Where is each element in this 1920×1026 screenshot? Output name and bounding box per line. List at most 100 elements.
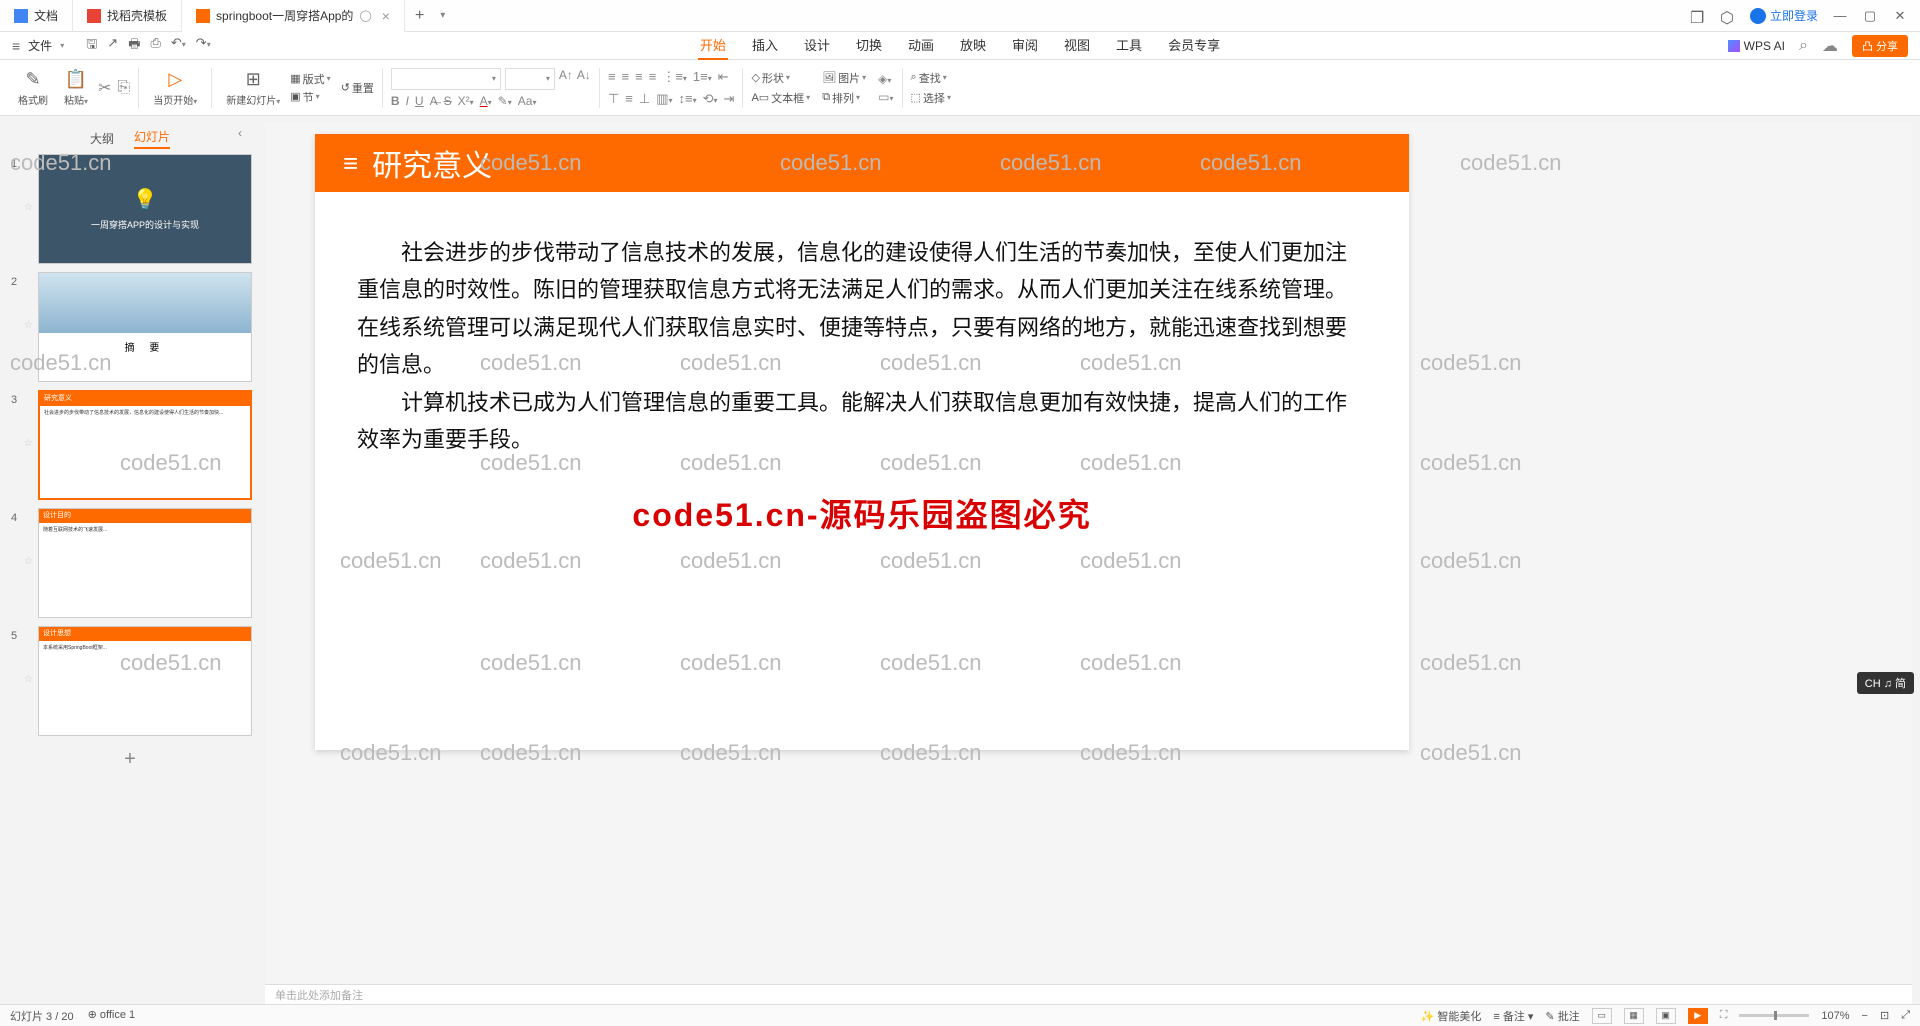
- clear-format-button[interactable]: Aa▾: [518, 94, 537, 108]
- bold-button[interactable]: B: [391, 94, 400, 108]
- numbering-icon[interactable]: 1≡▾: [693, 69, 712, 85]
- save-icon[interactable]: 🖫: [86, 35, 97, 57]
- valign-mid-icon[interactable]: ≡: [625, 91, 633, 107]
- view-slideshow-icon[interactable]: ▶: [1688, 1008, 1708, 1024]
- valign-bot-icon[interactable]: ⊥: [639, 91, 650, 107]
- new-slide-button[interactable]: ⊞ 新建幻灯片▾: [220, 69, 286, 107]
- outline-tab[interactable]: 大纲: [90, 130, 114, 147]
- star-icon[interactable]: ☆: [24, 390, 38, 449]
- star-icon[interactable]: ☆: [24, 508, 38, 567]
- thumb-preview[interactable]: 💡 一周穿搭APP的设计与实现: [38, 154, 252, 264]
- close-icon[interactable]: ×: [382, 8, 390, 24]
- thumb-preview[interactable]: 设计思想 本系统采用SpringBoot框架...: [38, 626, 252, 736]
- star-icon[interactable]: ☆: [24, 272, 38, 331]
- tab-view[interactable]: 视图: [1062, 31, 1092, 60]
- copy-icon[interactable]: ⎘: [117, 79, 130, 97]
- cloud-icon[interactable]: ☁: [1822, 36, 1838, 56]
- align-right-icon[interactable]: ≡: [635, 69, 643, 85]
- from-current-button[interactable]: ▷ 当页开始▾: [147, 69, 203, 107]
- layout-button[interactable]: ▦ 版式▾: [290, 71, 330, 87]
- tab-slideshow[interactable]: 放映: [958, 31, 988, 60]
- tab-design[interactable]: 设计: [802, 31, 832, 60]
- italic-button[interactable]: I: [406, 94, 409, 108]
- view-sorter-icon[interactable]: ▦: [1624, 1008, 1644, 1024]
- tab-tools[interactable]: 工具: [1114, 31, 1144, 60]
- slide-canvas[interactable]: ≡ 研究意义 社会进步的步伐带动了信息技术的发展，信息化的建设使得人们生活的节奏…: [265, 122, 1912, 984]
- tab-home[interactable]: 开始: [698, 31, 728, 60]
- paste-button[interactable]: 📋 粘贴▾: [58, 69, 94, 107]
- cut-icon[interactable]: ✂: [98, 78, 111, 98]
- indent-dec-icon[interactable]: ⇤: [718, 69, 729, 85]
- new-tab-button[interactable]: +: [405, 7, 434, 25]
- bullets-icon[interactable]: ⋮≡▾: [662, 69, 687, 85]
- zoom-out-icon[interactable]: −: [1862, 1010, 1868, 1022]
- view-reading-icon[interactable]: ▣: [1656, 1008, 1676, 1024]
- tab-transition[interactable]: 切换: [854, 31, 884, 60]
- share-button[interactable]: 凸 分享: [1852, 35, 1908, 57]
- tab-review[interactable]: 审阅: [1010, 31, 1040, 60]
- zoom-fit-icon[interactable]: ⊡: [1880, 1009, 1889, 1022]
- text-direction-icon[interactable]: ⟲▾: [703, 91, 718, 107]
- login-button[interactable]: 立即登录: [1750, 7, 1818, 24]
- find-button[interactable]: ⌕ 查找▾: [911, 70, 951, 86]
- increase-font-icon[interactable]: A↑: [559, 68, 573, 90]
- slide-thumb-5[interactable]: 5 ☆ 设计思想 本系统采用SpringBoot框架...: [0, 622, 260, 740]
- textbox-button[interactable]: A▭ 文本框▾: [751, 90, 810, 106]
- fill-color-icon[interactable]: ◈▾: [878, 72, 893, 86]
- fullscreen-icon[interactable]: ⤢: [1901, 1009, 1910, 1022]
- zoom-slider[interactable]: [1739, 1014, 1809, 1017]
- cube-icon[interactable]: ⬡: [1720, 8, 1736, 24]
- tab-pin-icon[interactable]: ◯: [359, 9, 371, 22]
- beautify-button[interactable]: ✨ 智能美化: [1421, 1008, 1482, 1024]
- picture-button[interactable]: 🖼 图片▾: [822, 70, 866, 86]
- strikethrough-button[interactable]: S: [444, 94, 452, 108]
- arrange-button[interactable]: ⧉ 排列▾: [822, 90, 866, 106]
- thumb-preview[interactable]: 摘 要: [38, 272, 252, 382]
- section-button[interactable]: ▣ 节▾: [290, 89, 330, 105]
- indent-inc-icon[interactable]: ⇥: [724, 91, 735, 107]
- select-button[interactable]: ⬚ 选择▾: [911, 90, 951, 106]
- current-slide[interactable]: ≡ 研究意义 社会进步的步伐带动了信息技术的发展，信息化的建设使得人们生活的节奏…: [315, 134, 1409, 750]
- comments-toggle[interactable]: ✎ 批注: [1545, 1008, 1579, 1024]
- zoom-level[interactable]: 107%: [1821, 1010, 1849, 1022]
- font-color-button[interactable]: A▾: [480, 94, 492, 108]
- collapse-panel-icon[interactable]: ‹: [238, 126, 242, 140]
- columns-icon[interactable]: ▥▾: [656, 91, 672, 107]
- valign-top-icon[interactable]: ⊤: [608, 91, 619, 107]
- copy-window-icon[interactable]: ❐: [1690, 8, 1706, 24]
- add-slide-button[interactable]: +: [0, 740, 260, 779]
- maximize-button[interactable]: ▢: [1862, 8, 1878, 24]
- align-justify-icon[interactable]: ≡: [649, 69, 657, 85]
- slide-thumb-3[interactable]: 3 ☆ 研究意义 社会进步的步伐带动了信息技术的发展，信息化的建设使得人们生活的…: [0, 386, 260, 504]
- search-icon[interactable]: ⌕: [1799, 37, 1808, 55]
- shape-button[interactable]: ◇ 形状▾: [751, 70, 810, 86]
- tab-animation[interactable]: 动画: [906, 31, 936, 60]
- underline-button[interactable]: U: [415, 94, 424, 108]
- file-menu[interactable]: 文件: [28, 37, 52, 54]
- slide-thumb-4[interactable]: 4 ☆ 设计目的 随着互联网技术的飞速发展...: [0, 504, 260, 622]
- thumb-preview[interactable]: 研究意义 社会进步的步伐带动了信息技术的发展，信息化的建设使得人们生活的节奏加快…: [38, 390, 252, 500]
- tab-template[interactable]: 找稻壳模板: [73, 0, 182, 32]
- tab-current[interactable]: springboot一周穿搭App的 ◯ ×: [182, 0, 405, 32]
- strike-button[interactable]: A̶: [430, 94, 438, 108]
- superscript-button[interactable]: X²▾: [458, 94, 474, 108]
- decrease-font-icon[interactable]: A↓: [577, 68, 591, 90]
- ime-indicator[interactable]: CH ♫ 简: [1857, 672, 1914, 694]
- font-size-select[interactable]: ▾: [505, 68, 555, 90]
- tab-insert[interactable]: 插入: [750, 31, 780, 60]
- print-preview-icon[interactable]: ⎙: [150, 35, 160, 57]
- tab-menu-icon[interactable]: ▾: [434, 10, 445, 21]
- redo-icon[interactable]: ↷▾: [196, 35, 211, 57]
- minimize-button[interactable]: —: [1832, 8, 1848, 23]
- hamburger-icon[interactable]: ≡: [12, 38, 20, 54]
- font-family-select[interactable]: ▾: [391, 68, 501, 90]
- star-icon[interactable]: ☆: [24, 626, 38, 685]
- highlight-button[interactable]: ✎▾: [498, 94, 512, 108]
- notes-pane[interactable]: 单击此处添加备注: [265, 984, 1912, 1004]
- align-left-icon[interactable]: ≡: [608, 69, 616, 85]
- tab-docs[interactable]: 文档: [0, 0, 73, 32]
- print-icon[interactable]: 🖶: [128, 35, 140, 57]
- tab-premium[interactable]: 会员专享: [1166, 31, 1222, 60]
- thumb-preview[interactable]: 设计目的 随着互联网技术的飞速发展...: [38, 508, 252, 618]
- slide-thumb-2[interactable]: 2 ☆ 摘 要: [0, 268, 260, 386]
